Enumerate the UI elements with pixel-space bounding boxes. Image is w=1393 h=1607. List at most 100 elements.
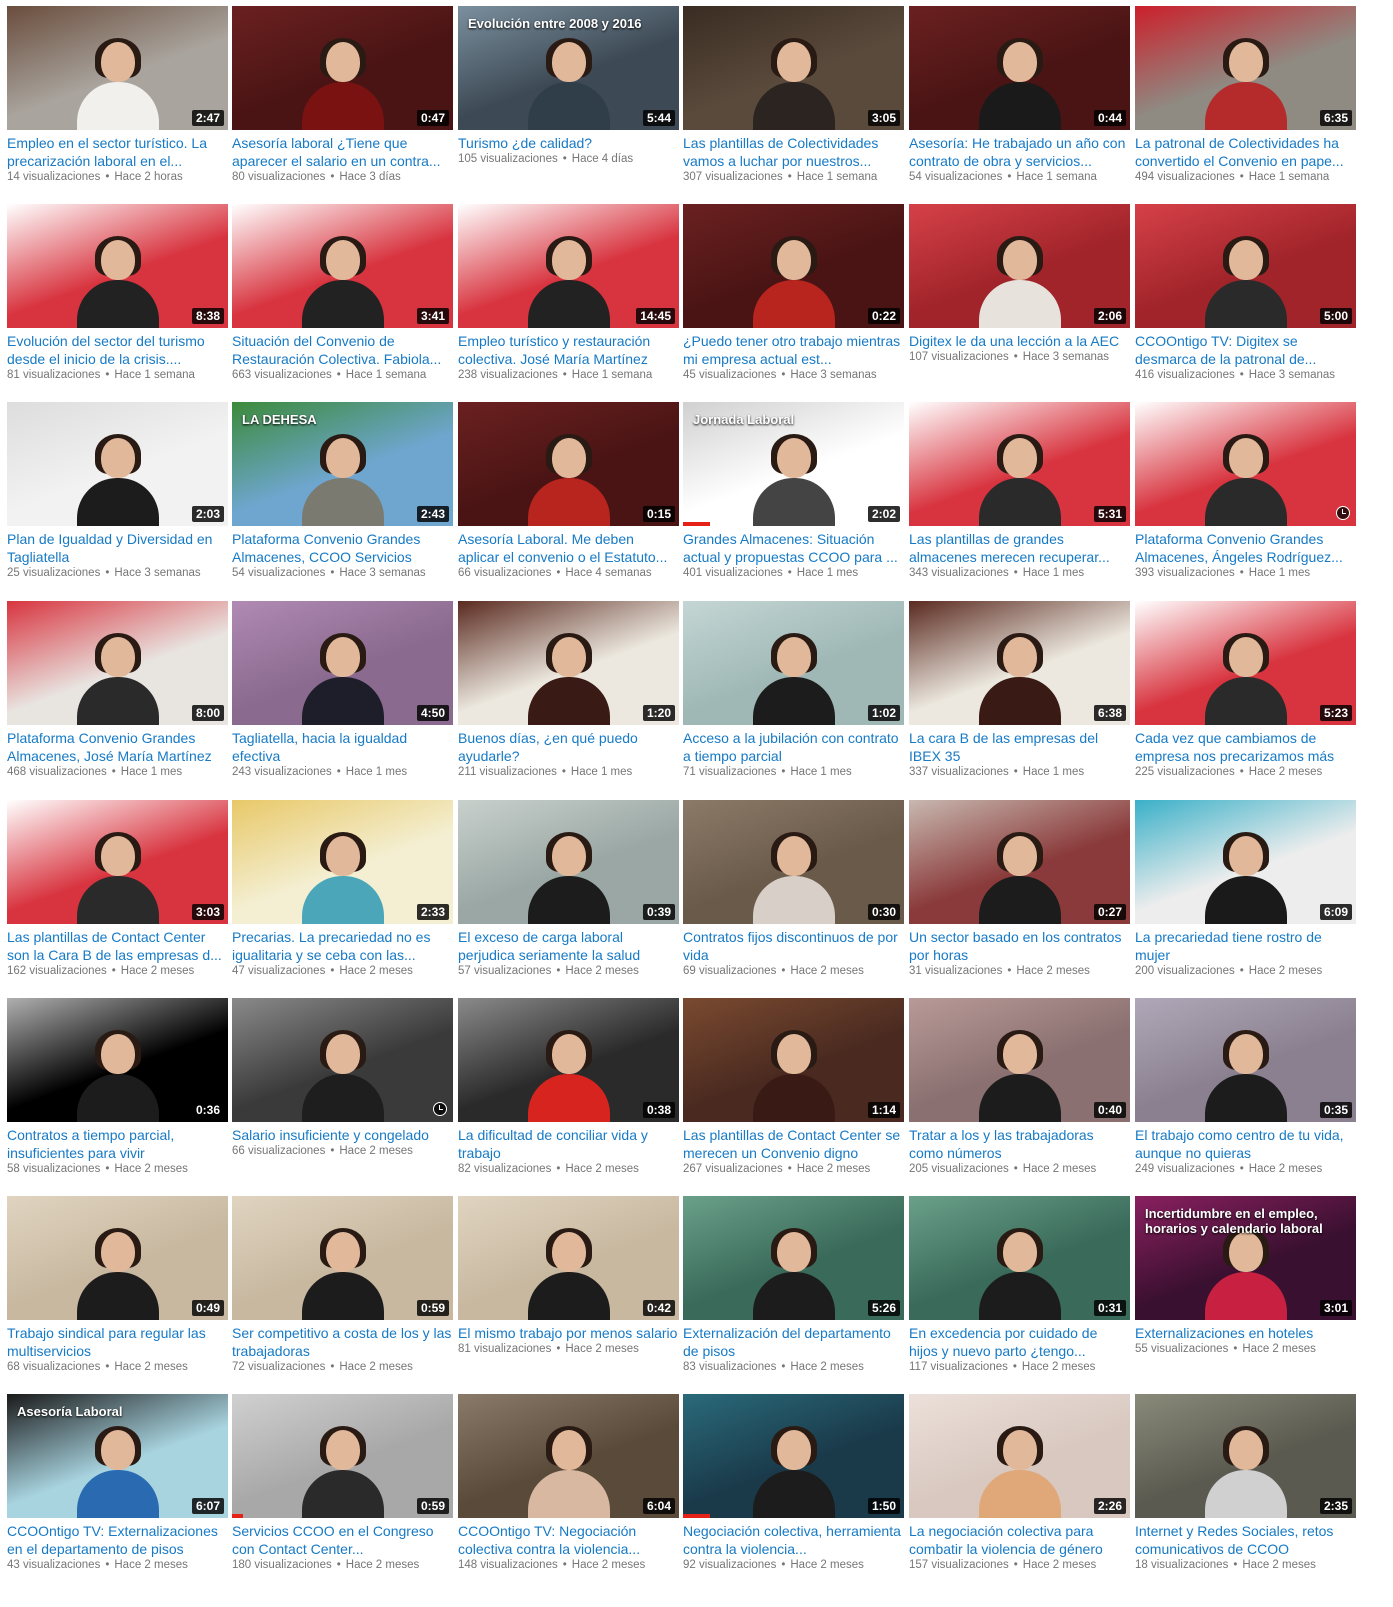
video-card[interactable]: 0:35 El trabajo como centro de tu vida, a… xyxy=(1135,998,1356,1188)
video-thumbnail[interactable]: 0:59 xyxy=(232,1394,453,1518)
video-thumbnail[interactable]: 2:35 xyxy=(1135,1394,1356,1518)
video-thumbnail[interactable]: 0:36 xyxy=(7,998,228,1122)
video-thumbnail[interactable]: 5:23 xyxy=(1135,601,1356,725)
video-card[interactable]: 1:02 Acceso a la jubilación con contrato … xyxy=(683,601,904,791)
video-card[interactable]: 5:31 Las plantillas de grandes almacenes … xyxy=(909,402,1130,592)
video-card[interactable]: 0:59 Servicios CCOO en el Congreso con Co… xyxy=(232,1394,453,1584)
video-title[interactable]: Externalizaciones en hoteles xyxy=(1135,1325,1356,1343)
video-title[interactable]: Negociación colectiva, herramienta contr… xyxy=(683,1523,904,1558)
video-title[interactable]: Buenos días, ¿en qué puedo ayudarle? xyxy=(458,730,679,765)
video-title[interactable]: Tagliatella, hacia la igualdad efectiva xyxy=(232,730,453,765)
video-thumbnail[interactable]: 3:41 xyxy=(232,204,453,328)
video-card[interactable]: 6:38 La cara B de las empresas del IBEX 3… xyxy=(909,601,1130,791)
video-title[interactable]: CCOOntigo TV: Negociación colectiva cont… xyxy=(458,1523,679,1558)
video-title[interactable]: CCOOntigo TV: Externalizaciones en el de… xyxy=(7,1523,228,1558)
video-thumbnail[interactable]: 0:49 xyxy=(7,1196,228,1320)
video-title[interactable]: Las plantillas de Colectividades vamos a… xyxy=(683,135,904,170)
video-title[interactable]: Turismo ¿de calidad? xyxy=(458,135,679,153)
video-card[interactable]: 6:04 CCOOntigo TV: Negociación colectiva … xyxy=(458,1394,679,1584)
video-thumbnail[interactable]: 8:38 xyxy=(7,204,228,328)
video-thumbnail[interactable]: 1:50 xyxy=(683,1394,904,1518)
video-title[interactable]: Grandes Almacenes: Situación actual y pr… xyxy=(683,531,904,566)
video-title[interactable]: Contratos a tiempo parcial, insuficiente… xyxy=(7,1127,228,1162)
video-card[interactable]: 8:38 Evolución del sector del turismo des… xyxy=(7,204,228,394)
video-thumbnail[interactable]: 0:15 xyxy=(458,402,679,526)
video-card[interactable]: 0:42 El mismo trabajo por menos salario 81… xyxy=(458,1196,679,1386)
video-card[interactable]: 1:14 Las plantillas de Contact Center se … xyxy=(683,998,904,1188)
video-title[interactable]: Ser competitivo a costa de los y las tra… xyxy=(232,1325,453,1360)
video-card[interactable]: 2:06 Digitex le da una lección a la AEC 10… xyxy=(909,204,1130,394)
video-title[interactable]: El mismo trabajo por menos salario xyxy=(458,1325,679,1343)
video-thumbnail[interactable]: 6:38 xyxy=(909,601,1130,725)
video-card[interactable]: 0:44 Asesoría: He trabajado un año con co… xyxy=(909,6,1130,196)
video-card[interactable]: 1:20 Buenos días, ¿en qué puedo ayudarle?… xyxy=(458,601,679,791)
video-title[interactable]: Las plantillas de Contact Center se mere… xyxy=(683,1127,904,1162)
video-title[interactable]: La patronal de Colectividades ha convert… xyxy=(1135,135,1356,170)
video-title[interactable]: En excedencia por cuidado de hijos y nue… xyxy=(909,1325,1130,1360)
video-title[interactable]: Plataforma Convenio Grandes Almacenes, Á… xyxy=(1135,531,1356,566)
video-title[interactable]: Cada vez que cambiamos de empresa nos pr… xyxy=(1135,730,1356,765)
video-title[interactable]: La negociación colectiva para combatir l… xyxy=(909,1523,1130,1558)
video-thumbnail[interactable]: Asesoría Laboral 6:07 xyxy=(7,1394,228,1518)
video-card[interactable]: 6:35 La patronal de Colectividades ha con… xyxy=(1135,6,1356,196)
video-card[interactable]: 1:50 Negociación colectiva, herramienta c… xyxy=(683,1394,904,1584)
watch-later-icon[interactable] xyxy=(433,1102,447,1116)
video-thumbnail[interactable]: LA DEHESA 2:43 xyxy=(232,402,453,526)
video-card[interactable]: Evolución entre 2008 y 2016 5:44 Turismo ¿… xyxy=(458,6,679,196)
video-thumbnail[interactable] xyxy=(232,998,453,1122)
video-card[interactable]: Jornada Laboral 2:02 Grandes Almacenes: Si… xyxy=(683,402,904,592)
video-thumbnail[interactable]: 2:47 xyxy=(7,6,228,130)
video-title[interactable]: Tratar a los y las trabajadoras como núm… xyxy=(909,1127,1130,1162)
video-thumbnail[interactable]: 0:38 xyxy=(458,998,679,1122)
video-title[interactable]: Servicios CCOO en el Congreso con Contac… xyxy=(232,1523,453,1558)
video-card[interactable]: 8:00 Plataforma Convenio Grandes Almacene… xyxy=(7,601,228,791)
video-card[interactable]: 0:22 ¿Puedo tener otro trabajo mientras m… xyxy=(683,204,904,394)
video-card[interactable]: 4:50 Tagliatella, hacia la igualdad efect… xyxy=(232,601,453,791)
video-title[interactable]: Externalización del departamento de piso… xyxy=(683,1325,904,1360)
video-title[interactable]: Digitex le da una lección a la AEC xyxy=(909,333,1130,351)
video-thumbnail[interactable]: 2:26 xyxy=(909,1394,1130,1518)
video-title[interactable]: El trabajo como centro de tu vida, aunqu… xyxy=(1135,1127,1356,1162)
video-thumbnail[interactable]: 0:42 xyxy=(458,1196,679,1320)
video-thumbnail[interactable]: 6:35 xyxy=(1135,6,1356,130)
video-thumbnail[interactable]: 1:14 xyxy=(683,998,904,1122)
video-thumbnail[interactable]: 1:20 xyxy=(458,601,679,725)
video-card[interactable]: 3:41 Situación del Convenio de Restauraci… xyxy=(232,204,453,394)
video-card[interactable]: Incertidumbre en el empleo, horarios y c… xyxy=(1135,1196,1356,1386)
video-thumbnail[interactable]: 0:39 xyxy=(458,800,679,924)
video-thumbnail[interactable] xyxy=(1135,402,1356,526)
video-thumbnail[interactable]: 14:45 xyxy=(458,204,679,328)
video-title[interactable]: Las plantillas de grandes almacenes mere… xyxy=(909,531,1130,566)
watch-later-icon[interactable] xyxy=(1336,506,1350,520)
video-title[interactable]: Acceso a la jubilación con contrato a ti… xyxy=(683,730,904,765)
video-card[interactable]: 3:05 Las plantillas de Colectividades vam… xyxy=(683,6,904,196)
video-title[interactable]: Plataforma Convenio Grandes Almacenes, J… xyxy=(7,730,228,765)
video-thumbnail[interactable]: 2:06 xyxy=(909,204,1130,328)
video-title[interactable]: Contratos fijos discontinuos de por vida xyxy=(683,929,904,964)
video-thumbnail[interactable]: 0:47 xyxy=(232,6,453,130)
video-title[interactable]: Internet y Redes Sociales, retos comunic… xyxy=(1135,1523,1356,1558)
video-thumbnail[interactable]: 0:59 xyxy=(232,1196,453,1320)
video-thumbnail[interactable]: 3:03 xyxy=(7,800,228,924)
video-thumbnail[interactable]: 0:40 xyxy=(909,998,1130,1122)
video-card[interactable]: 6:09 La precariedad tiene rostro de mujer… xyxy=(1135,800,1356,990)
video-title[interactable]: Asesoría Laboral. Me deben aplicar el co… xyxy=(458,531,679,566)
video-thumbnail[interactable]: 5:00 xyxy=(1135,204,1356,328)
video-title[interactable]: Plataforma Convenio Grandes Almacenes, C… xyxy=(232,531,453,566)
video-title[interactable]: Precarias. La precariedad no es igualita… xyxy=(232,929,453,964)
video-title[interactable]: Empleo en el sector turístico. La precar… xyxy=(7,135,228,170)
video-card[interactable]: LA DEHESA 2:43 Plataforma Convenio Grandes… xyxy=(232,402,453,592)
video-thumbnail[interactable]: 0:30 xyxy=(683,800,904,924)
video-title[interactable]: CCOOntigo TV: Digitex se desmarca de la … xyxy=(1135,333,1356,368)
video-thumbnail[interactable]: 3:05 xyxy=(683,6,904,130)
video-card[interactable]: 14:45 Empleo turístico y restauración col… xyxy=(458,204,679,394)
video-card[interactable]: 0:15 Asesoría Laboral. Me deben aplicar e… xyxy=(458,402,679,592)
video-thumbnail[interactable]: 0:44 xyxy=(909,6,1130,130)
video-thumbnail[interactable]: 8:00 xyxy=(7,601,228,725)
video-title[interactable]: La precariedad tiene rostro de mujer xyxy=(1135,929,1356,964)
video-card[interactable]: 0:31 En excedencia por cuidado de hijos y… xyxy=(909,1196,1130,1386)
video-thumbnail[interactable]: 0:22 xyxy=(683,204,904,328)
video-title[interactable]: Situación del Convenio de Restauración C… xyxy=(232,333,453,368)
video-card[interactable]: 2:26 La negociación colectiva para combat… xyxy=(909,1394,1130,1584)
video-thumbnail[interactable]: Evolución entre 2008 y 2016 5:44 xyxy=(458,6,679,130)
